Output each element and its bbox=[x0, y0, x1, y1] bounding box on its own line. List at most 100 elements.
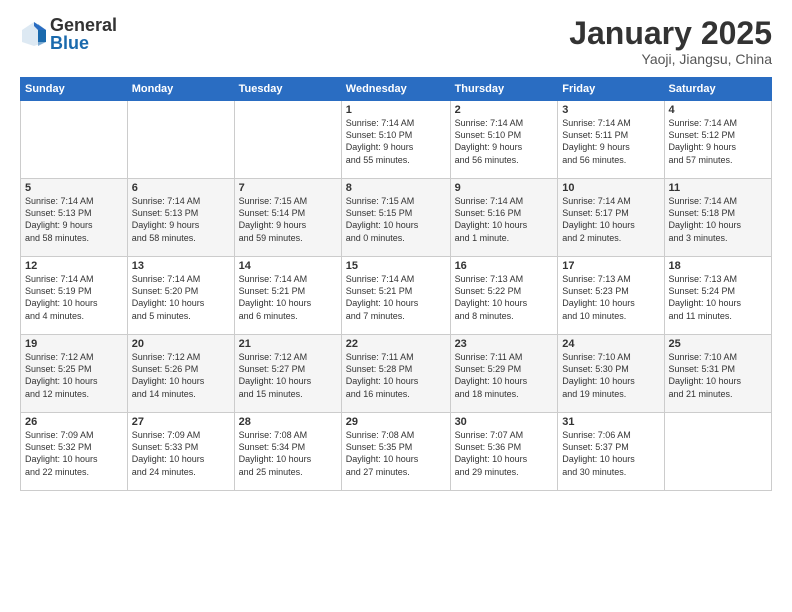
day-info: Sunrise: 7:09 AMSunset: 5:33 PMDaylight:… bbox=[132, 429, 230, 478]
logo-blue: Blue bbox=[50, 34, 117, 52]
calendar-cell: 31Sunrise: 7:06 AMSunset: 5:37 PMDayligh… bbox=[558, 413, 664, 491]
day-info: Sunrise: 7:13 AMSunset: 5:22 PMDaylight:… bbox=[455, 273, 554, 322]
day-number: 4 bbox=[669, 104, 767, 116]
week-row-4: 26Sunrise: 7:09 AMSunset: 5:32 PMDayligh… bbox=[21, 413, 772, 491]
logo: General Blue bbox=[20, 16, 117, 52]
calendar-cell: 13Sunrise: 7:14 AMSunset: 5:20 PMDayligh… bbox=[127, 257, 234, 335]
day-info: Sunrise: 7:10 AMSunset: 5:30 PMDaylight:… bbox=[562, 351, 659, 400]
day-number: 24 bbox=[562, 338, 659, 350]
day-info: Sunrise: 7:14 AMSunset: 5:10 PMDaylight:… bbox=[455, 117, 554, 166]
calendar-cell: 14Sunrise: 7:14 AMSunset: 5:21 PMDayligh… bbox=[234, 257, 341, 335]
calendar-cell: 9Sunrise: 7:14 AMSunset: 5:16 PMDaylight… bbox=[450, 179, 558, 257]
day-number: 9 bbox=[455, 182, 554, 194]
calendar-cell: 3Sunrise: 7:14 AMSunset: 5:11 PMDaylight… bbox=[558, 101, 664, 179]
calendar-cell: 24Sunrise: 7:10 AMSunset: 5:30 PMDayligh… bbox=[558, 335, 664, 413]
calendar-cell: 26Sunrise: 7:09 AMSunset: 5:32 PMDayligh… bbox=[21, 413, 128, 491]
col-saturday: Saturday bbox=[664, 78, 771, 101]
day-info: Sunrise: 7:14 AMSunset: 5:20 PMDaylight:… bbox=[132, 273, 230, 322]
day-info: Sunrise: 7:15 AMSunset: 5:14 PMDaylight:… bbox=[239, 195, 337, 244]
day-number: 18 bbox=[669, 260, 767, 272]
day-info: Sunrise: 7:14 AMSunset: 5:10 PMDaylight:… bbox=[346, 117, 446, 166]
calendar-body: 1Sunrise: 7:14 AMSunset: 5:10 PMDaylight… bbox=[21, 101, 772, 491]
calendar-cell: 22Sunrise: 7:11 AMSunset: 5:28 PMDayligh… bbox=[341, 335, 450, 413]
calendar-cell: 5Sunrise: 7:14 AMSunset: 5:13 PMDaylight… bbox=[21, 179, 128, 257]
day-info: Sunrise: 7:14 AMSunset: 5:19 PMDaylight:… bbox=[25, 273, 123, 322]
day-info: Sunrise: 7:14 AMSunset: 5:18 PMDaylight:… bbox=[669, 195, 767, 244]
calendar-cell: 21Sunrise: 7:12 AMSunset: 5:27 PMDayligh… bbox=[234, 335, 341, 413]
calendar-cell: 19Sunrise: 7:12 AMSunset: 5:25 PMDayligh… bbox=[21, 335, 128, 413]
day-number: 30 bbox=[455, 416, 554, 428]
day-info: Sunrise: 7:14 AMSunset: 5:21 PMDaylight:… bbox=[346, 273, 446, 322]
col-sunday: Sunday bbox=[21, 78, 128, 101]
calendar-cell: 1Sunrise: 7:14 AMSunset: 5:10 PMDaylight… bbox=[341, 101, 450, 179]
day-info: Sunrise: 7:09 AMSunset: 5:32 PMDaylight:… bbox=[25, 429, 123, 478]
day-info: Sunrise: 7:14 AMSunset: 5:11 PMDaylight:… bbox=[562, 117, 659, 166]
day-info: Sunrise: 7:15 AMSunset: 5:15 PMDaylight:… bbox=[346, 195, 446, 244]
day-number: 10 bbox=[562, 182, 659, 194]
calendar-cell: 8Sunrise: 7:15 AMSunset: 5:15 PMDaylight… bbox=[341, 179, 450, 257]
day-info: Sunrise: 7:14 AMSunset: 5:13 PMDaylight:… bbox=[25, 195, 123, 244]
calendar-cell: 15Sunrise: 7:14 AMSunset: 5:21 PMDayligh… bbox=[341, 257, 450, 335]
calendar-cell: 30Sunrise: 7:07 AMSunset: 5:36 PMDayligh… bbox=[450, 413, 558, 491]
day-number: 3 bbox=[562, 104, 659, 116]
calendar-cell: 18Sunrise: 7:13 AMSunset: 5:24 PMDayligh… bbox=[664, 257, 771, 335]
day-number: 12 bbox=[25, 260, 123, 272]
col-monday: Monday bbox=[127, 78, 234, 101]
day-number: 27 bbox=[132, 416, 230, 428]
calendar-cell bbox=[21, 101, 128, 179]
col-wednesday: Wednesday bbox=[341, 78, 450, 101]
day-number: 17 bbox=[562, 260, 659, 272]
day-number: 28 bbox=[239, 416, 337, 428]
day-info: Sunrise: 7:08 AMSunset: 5:35 PMDaylight:… bbox=[346, 429, 446, 478]
logo-icon bbox=[20, 20, 48, 48]
day-info: Sunrise: 7:12 AMSunset: 5:26 PMDaylight:… bbox=[132, 351, 230, 400]
calendar-cell bbox=[664, 413, 771, 491]
title-area: January 2025 Yaoji, Jiangsu, China bbox=[569, 16, 772, 67]
calendar-cell: 23Sunrise: 7:11 AMSunset: 5:29 PMDayligh… bbox=[450, 335, 558, 413]
day-number: 5 bbox=[25, 182, 123, 194]
week-row-3: 19Sunrise: 7:12 AMSunset: 5:25 PMDayligh… bbox=[21, 335, 772, 413]
day-info: Sunrise: 7:13 AMSunset: 5:24 PMDaylight:… bbox=[669, 273, 767, 322]
day-number: 14 bbox=[239, 260, 337, 272]
subtitle: Yaoji, Jiangsu, China bbox=[569, 51, 772, 67]
calendar: Sunday Monday Tuesday Wednesday Thursday… bbox=[20, 77, 772, 491]
day-number: 16 bbox=[455, 260, 554, 272]
calendar-cell: 4Sunrise: 7:14 AMSunset: 5:12 PMDaylight… bbox=[664, 101, 771, 179]
day-number: 2 bbox=[455, 104, 554, 116]
logo-text: General Blue bbox=[50, 16, 117, 52]
day-number: 23 bbox=[455, 338, 554, 350]
day-number: 13 bbox=[132, 260, 230, 272]
calendar-cell: 29Sunrise: 7:08 AMSunset: 5:35 PMDayligh… bbox=[341, 413, 450, 491]
day-info: Sunrise: 7:08 AMSunset: 5:34 PMDaylight:… bbox=[239, 429, 337, 478]
col-thursday: Thursday bbox=[450, 78, 558, 101]
day-number: 29 bbox=[346, 416, 446, 428]
header-row: Sunday Monday Tuesday Wednesday Thursday… bbox=[21, 78, 772, 101]
day-number: 25 bbox=[669, 338, 767, 350]
day-number: 31 bbox=[562, 416, 659, 428]
day-info: Sunrise: 7:14 AMSunset: 5:13 PMDaylight:… bbox=[132, 195, 230, 244]
calendar-cell: 10Sunrise: 7:14 AMSunset: 5:17 PMDayligh… bbox=[558, 179, 664, 257]
day-info: Sunrise: 7:13 AMSunset: 5:23 PMDaylight:… bbox=[562, 273, 659, 322]
calendar-cell: 25Sunrise: 7:10 AMSunset: 5:31 PMDayligh… bbox=[664, 335, 771, 413]
calendar-cell bbox=[234, 101, 341, 179]
week-row-0: 1Sunrise: 7:14 AMSunset: 5:10 PMDaylight… bbox=[21, 101, 772, 179]
day-number: 22 bbox=[346, 338, 446, 350]
day-info: Sunrise: 7:12 AMSunset: 5:27 PMDaylight:… bbox=[239, 351, 337, 400]
calendar-cell: 2Sunrise: 7:14 AMSunset: 5:10 PMDaylight… bbox=[450, 101, 558, 179]
day-number: 26 bbox=[25, 416, 123, 428]
day-info: Sunrise: 7:10 AMSunset: 5:31 PMDaylight:… bbox=[669, 351, 767, 400]
header: General Blue January 2025 Yaoji, Jiangsu… bbox=[20, 16, 772, 67]
day-number: 15 bbox=[346, 260, 446, 272]
day-info: Sunrise: 7:14 AMSunset: 5:12 PMDaylight:… bbox=[669, 117, 767, 166]
day-number: 8 bbox=[346, 182, 446, 194]
calendar-cell: 28Sunrise: 7:08 AMSunset: 5:34 PMDayligh… bbox=[234, 413, 341, 491]
calendar-cell: 16Sunrise: 7:13 AMSunset: 5:22 PMDayligh… bbox=[450, 257, 558, 335]
calendar-cell bbox=[127, 101, 234, 179]
col-tuesday: Tuesday bbox=[234, 78, 341, 101]
day-info: Sunrise: 7:14 AMSunset: 5:21 PMDaylight:… bbox=[239, 273, 337, 322]
day-info: Sunrise: 7:14 AMSunset: 5:17 PMDaylight:… bbox=[562, 195, 659, 244]
day-info: Sunrise: 7:06 AMSunset: 5:37 PMDaylight:… bbox=[562, 429, 659, 478]
calendar-cell: 7Sunrise: 7:15 AMSunset: 5:14 PMDaylight… bbox=[234, 179, 341, 257]
day-number: 1 bbox=[346, 104, 446, 116]
day-number: 19 bbox=[25, 338, 123, 350]
